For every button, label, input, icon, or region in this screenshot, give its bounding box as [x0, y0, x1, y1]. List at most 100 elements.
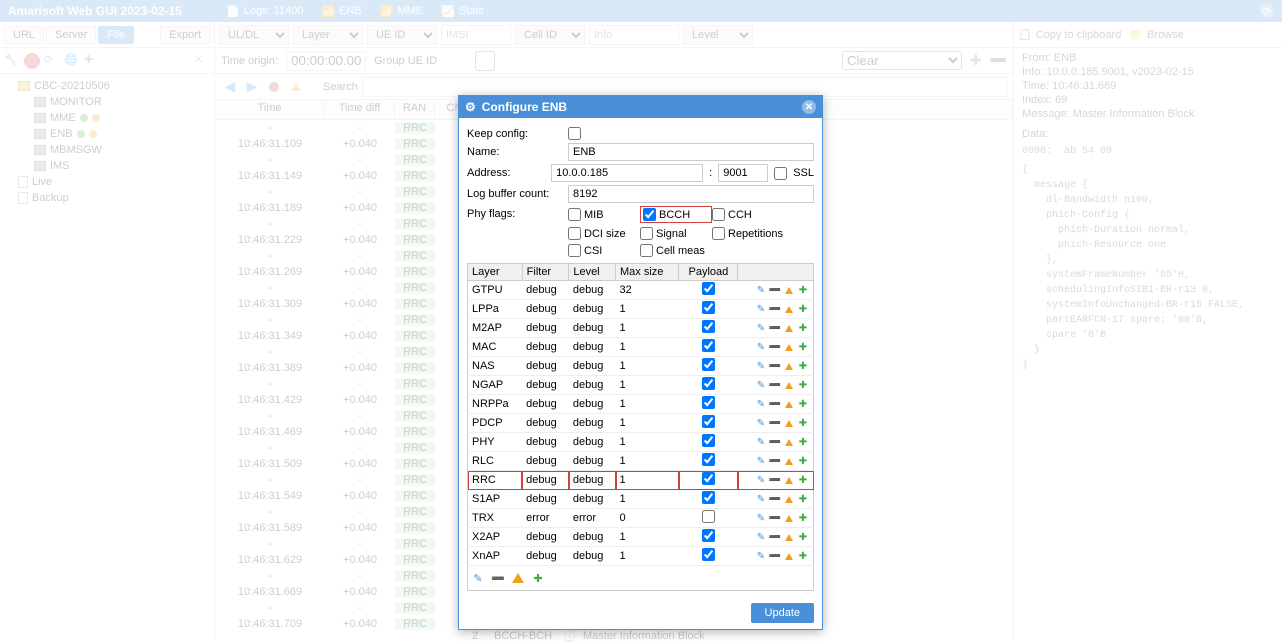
name-input[interactable]: [568, 143, 814, 161]
phy-flag-cell-meas[interactable]: Cell meas: [640, 244, 712, 257]
phy-flag-signal[interactable]: Signal: [640, 227, 712, 240]
row-add-icon[interactable]: ✚: [797, 493, 809, 505]
row-warn-icon[interactable]: [783, 512, 795, 524]
phy-flag-checkbox[interactable]: [643, 208, 656, 221]
row-warn-icon[interactable]: [783, 284, 795, 296]
footer-remove-icon[interactable]: ➖: [490, 570, 506, 586]
payload-checkbox[interactable]: [702, 453, 715, 466]
row-edit-icon[interactable]: ✎: [755, 436, 767, 448]
layer-row[interactable]: TRXerrorerror0✎➖✚: [468, 509, 814, 528]
layer-row[interactable]: X2APdebugdebug1✎➖✚: [468, 528, 814, 547]
row-warn-icon[interactable]: [783, 455, 795, 467]
row-warn-icon[interactable]: [783, 398, 795, 410]
row-edit-icon[interactable]: ✎: [755, 417, 767, 429]
row-edit-icon[interactable]: ✎: [755, 531, 767, 543]
row-add-icon[interactable]: ✚: [797, 436, 809, 448]
layer-row[interactable]: PDCPdebugdebug1✎➖✚: [468, 414, 814, 433]
row-remove-icon[interactable]: ➖: [769, 284, 781, 296]
payload-checkbox[interactable]: [702, 529, 715, 542]
row-edit-icon[interactable]: ✎: [755, 341, 767, 353]
row-add-icon[interactable]: ✚: [797, 474, 809, 486]
payload-checkbox[interactable]: [702, 320, 715, 333]
phy-flag-cch[interactable]: CCH: [712, 206, 784, 223]
update-button[interactable]: Update: [751, 603, 814, 623]
layer-row[interactable]: NASdebugdebug1✎➖✚: [468, 357, 814, 376]
keep-config-checkbox[interactable]: [568, 127, 581, 140]
payload-checkbox[interactable]: [702, 339, 715, 352]
layer-row[interactable]: PHYdebugdebug1✎➖✚: [468, 433, 814, 452]
row-edit-icon[interactable]: ✎: [755, 493, 767, 505]
row-remove-icon[interactable]: ➖: [769, 322, 781, 334]
row-edit-icon[interactable]: ✎: [755, 455, 767, 467]
phy-flag-checkbox[interactable]: [712, 208, 725, 221]
row-add-icon[interactable]: ✚: [797, 360, 809, 372]
row-warn-icon[interactable]: [783, 322, 795, 334]
payload-checkbox[interactable]: [702, 415, 715, 428]
row-remove-icon[interactable]: ➖: [769, 417, 781, 429]
payload-checkbox[interactable]: [702, 282, 715, 295]
row-add-icon[interactable]: ✚: [797, 531, 809, 543]
row-warn-icon[interactable]: [783, 474, 795, 486]
row-add-icon[interactable]: ✚: [797, 341, 809, 353]
row-add-icon[interactable]: ✚: [797, 550, 809, 562]
phy-flag-dci-size[interactable]: DCI size: [568, 227, 640, 240]
row-warn-icon[interactable]: [783, 379, 795, 391]
row-remove-icon[interactable]: ➖: [769, 455, 781, 467]
phy-flag-checkbox[interactable]: [712, 227, 725, 240]
payload-checkbox[interactable]: [702, 434, 715, 447]
row-warn-icon[interactable]: [783, 493, 795, 505]
port-input[interactable]: [718, 164, 768, 182]
layer-row[interactable]: RLCdebugdebug1✎➖✚: [468, 452, 814, 471]
layer-row[interactable]: GTPUdebugdebug32✎➖✚: [468, 281, 814, 300]
phy-flag-checkbox[interactable]: [640, 244, 653, 257]
row-warn-icon[interactable]: [783, 303, 795, 315]
row-warn-icon[interactable]: [783, 341, 795, 353]
phy-flag-checkbox[interactable]: [568, 208, 581, 221]
row-remove-icon[interactable]: ➖: [769, 436, 781, 448]
payload-checkbox[interactable]: [702, 472, 715, 485]
row-warn-icon[interactable]: [783, 531, 795, 543]
phy-flag-checkbox[interactable]: [640, 227, 653, 240]
layer-row[interactable]: RRCdebugdebug1✎➖✚: [468, 471, 814, 490]
phy-flag-mib[interactable]: MIB: [568, 206, 640, 223]
payload-checkbox[interactable]: [702, 396, 715, 409]
footer-warn-icon[interactable]: [510, 570, 526, 586]
footer-add-icon[interactable]: ✚: [530, 570, 546, 586]
layer-row[interactable]: NGAPdebugdebug1✎➖✚: [468, 376, 814, 395]
row-add-icon[interactable]: ✚: [797, 455, 809, 467]
row-add-icon[interactable]: ✚: [797, 417, 809, 429]
row-remove-icon[interactable]: ➖: [769, 493, 781, 505]
row-remove-icon[interactable]: ➖: [769, 550, 781, 562]
row-edit-icon[interactable]: ✎: [755, 474, 767, 486]
layer-row[interactable]: S1APdebugdebug1✎➖✚: [468, 490, 814, 509]
row-add-icon[interactable]: ✚: [797, 284, 809, 296]
layer-row[interactable]: XnAPdebugdebug1✎➖✚: [468, 547, 814, 566]
row-edit-icon[interactable]: ✎: [755, 550, 767, 562]
row-remove-icon[interactable]: ➖: [769, 398, 781, 410]
dialog-header[interactable]: ⚙ Configure ENB ✕: [459, 96, 822, 118]
row-edit-icon[interactable]: ✎: [755, 284, 767, 296]
layer-row[interactable]: NRPPadebugdebug1✎➖✚: [468, 395, 814, 414]
phy-flag-checkbox[interactable]: [568, 227, 581, 240]
phy-flag-repetitions[interactable]: Repetitions: [712, 227, 784, 240]
layer-row[interactable]: M2APdebugdebug1✎➖✚: [468, 319, 814, 338]
row-remove-icon[interactable]: ➖: [769, 531, 781, 543]
payload-checkbox[interactable]: [702, 358, 715, 371]
address-input[interactable]: [551, 164, 703, 182]
row-add-icon[interactable]: ✚: [797, 398, 809, 410]
row-remove-icon[interactable]: ➖: [769, 379, 781, 391]
row-add-icon[interactable]: ✚: [797, 379, 809, 391]
payload-checkbox[interactable]: [702, 510, 715, 523]
row-remove-icon[interactable]: ➖: [769, 360, 781, 372]
row-edit-icon[interactable]: ✎: [755, 379, 767, 391]
row-edit-icon[interactable]: ✎: [755, 303, 767, 315]
layer-row[interactable]: LPPadebugdebug1✎➖✚: [468, 300, 814, 319]
row-remove-icon[interactable]: ➖: [769, 303, 781, 315]
row-warn-icon[interactable]: [783, 436, 795, 448]
dialog-close-icon[interactable]: ✕: [802, 100, 816, 114]
row-edit-icon[interactable]: ✎: [755, 322, 767, 334]
footer-edit-icon[interactable]: ✎: [470, 570, 486, 586]
row-remove-icon[interactable]: ➖: [769, 341, 781, 353]
row-add-icon[interactable]: ✚: [797, 303, 809, 315]
ssl-checkbox[interactable]: [774, 167, 787, 180]
